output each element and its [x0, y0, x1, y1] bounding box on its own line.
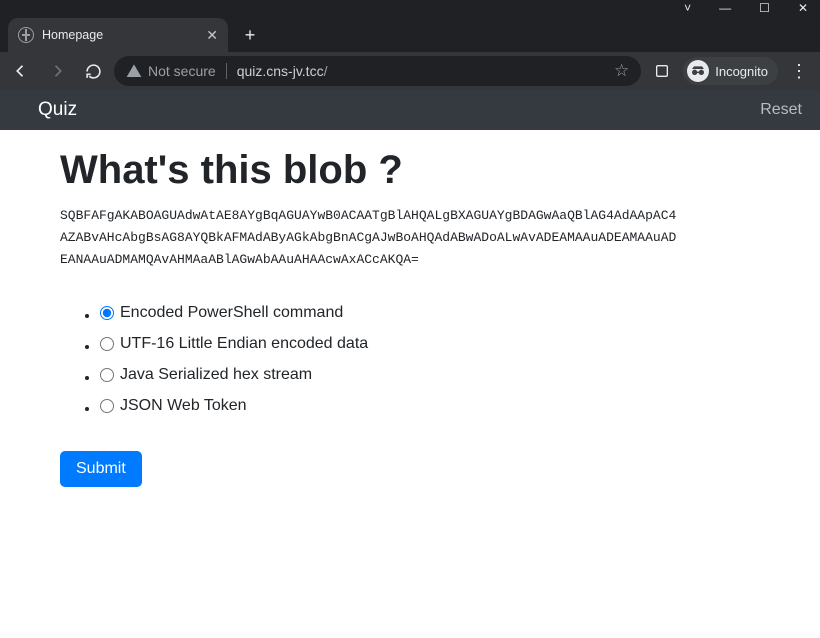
omnibox-separator — [226, 63, 227, 79]
quiz-heading: What's this blob ? — [60, 148, 760, 193]
browser-toolbar: Not secure quiz.cns-jv.tcc/ ☆ Incognito … — [0, 52, 820, 90]
quiz-option-radio[interactable] — [100, 368, 114, 382]
url-text: quiz.cns-jv.tcc/ — [237, 63, 328, 79]
incognito-icon — [687, 60, 709, 82]
quiz-option: UTF-16 Little Endian encoded data — [100, 330, 760, 361]
quiz-option: Encoded PowerShell command — [100, 299, 760, 330]
back-button[interactable] — [6, 56, 36, 86]
quiz-blob-text: SQBFAFgAKABOAGUAdwAtAE8AYgBqAGUAYwB0ACAA… — [60, 205, 680, 271]
page-viewport: Quiz Reset What's this blob ? SQBFAFgAKA… — [0, 90, 820, 638]
star-icon[interactable]: ☆ — [614, 61, 629, 81]
window-maximize-icon[interactable]: ☐ — [759, 1, 770, 15]
window-controls: ˅ ― ☐ ✕ — [0, 0, 820, 16]
forward-button[interactable] — [42, 56, 72, 86]
tab-title: Homepage — [42, 28, 198, 42]
app-brand[interactable]: Quiz — [38, 99, 77, 121]
new-tab-button[interactable]: + — [236, 21, 264, 49]
address-bar[interactable]: Not secure quiz.cns-jv.tcc/ ☆ — [114, 56, 641, 86]
browser-menu-button[interactable]: ⋮ — [784, 61, 814, 82]
quiz-option: JSON Web Token — [100, 392, 760, 423]
browser-tab[interactable]: Homepage ✕ — [8, 18, 228, 52]
quiz-option-radio[interactable] — [100, 337, 114, 351]
quiz-option-label[interactable]: Encoded PowerShell command — [100, 304, 343, 322]
security-warning: Not secure — [126, 63, 216, 79]
quiz-option-radio[interactable] — [100, 306, 114, 320]
incognito-label: Incognito — [715, 64, 768, 79]
app-navbar: Quiz Reset — [0, 90, 820, 130]
submit-button[interactable]: Submit — [60, 451, 142, 487]
window-minimize-icon[interactable]: ― — [719, 1, 731, 15]
quiz-option-label[interactable]: Java Serialized hex stream — [100, 366, 312, 384]
globe-icon — [18, 27, 34, 43]
quiz-option-text: JSON Web Token — [120, 397, 247, 415]
reset-link[interactable]: Reset — [760, 101, 802, 119]
extensions-button[interactable] — [647, 56, 677, 86]
incognito-badge[interactable]: Incognito — [683, 57, 778, 85]
quiz-page: What's this blob ? SQBFAFgAKABOAGUAdwAtA… — [0, 130, 820, 507]
quiz-option-text: Java Serialized hex stream — [120, 366, 312, 384]
url-host: quiz.cns-jv.tcc — [237, 63, 324, 79]
quiz-options-list: Encoded PowerShell command UTF-16 Little… — [60, 299, 760, 423]
quiz-option-radio[interactable] — [100, 399, 114, 413]
url-path: / — [324, 63, 328, 79]
quiz-option-label[interactable]: JSON Web Token — [100, 397, 247, 415]
quiz-option-text: Encoded PowerShell command — [120, 304, 343, 322]
window-caret-icon[interactable]: ˅ — [684, 1, 691, 15]
tab-close-icon[interactable]: ✕ — [206, 27, 218, 44]
quiz-option: Java Serialized hex stream — [100, 361, 760, 392]
window-close-icon[interactable]: ✕ — [798, 1, 808, 15]
quiz-option-label[interactable]: UTF-16 Little Endian encoded data — [100, 335, 368, 353]
not-secure-label: Not secure — [148, 63, 216, 79]
warning-icon — [126, 63, 142, 79]
quiz-option-text: UTF-16 Little Endian encoded data — [120, 335, 368, 353]
reload-button[interactable] — [78, 56, 108, 86]
tab-strip: Homepage ✕ + — [0, 16, 820, 52]
